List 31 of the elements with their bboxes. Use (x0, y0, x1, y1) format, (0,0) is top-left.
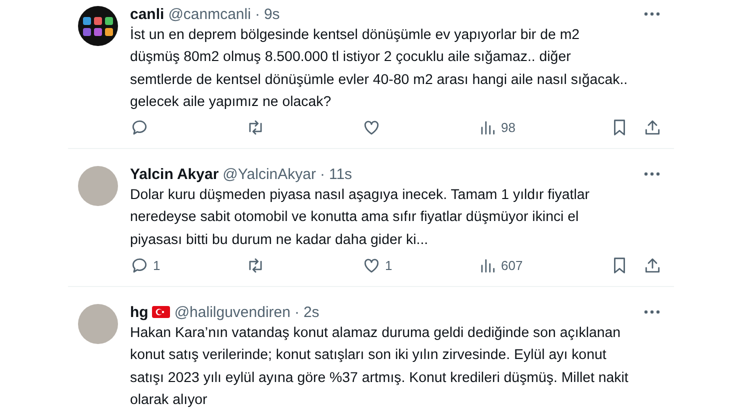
tweet-time[interactable]: 11s (328, 166, 352, 183)
author-name[interactable]: hg (130, 304, 148, 321)
more-icon[interactable] (644, 310, 660, 314)
author-handle[interactable]: @halilguvendiren (174, 304, 290, 321)
share-icon[interactable] (643, 256, 662, 275)
separator-dot: · (254, 6, 260, 22)
views-count: 98 (501, 120, 516, 135)
like-count: 1 (385, 258, 392, 273)
tweet-text: Dolar kuru düşmeden piyasa nasıl aşagıya inecek. Tamam 1 yıldır fiyatlar neredeyse sabit otomobil ve konutta ama sıfır fiyatlar düşmüyor ikinci el piyasası bitti bu durum ne kadar daha gider ki... (130, 186, 590, 250)
reply-icon[interactable] (130, 118, 149, 137)
share-icon[interactable] (643, 118, 662, 137)
avatar-photo-placeholder (78, 304, 118, 344)
tweet-time[interactable]: 9s (264, 6, 280, 22)
tweet-text: Hakan Kara’nın vatandaş konut alamaz duruma geldi dediğinde son açıklanan konut satış verilerinde; konut satışları son iki yılın zirvesinde. Eylül ayı konut satışı 2023 yılı eylül ayına göre %37 artmış. Konut kredileri düşmüş. Millet nakit olarak alıyor (130, 324, 630, 410)
author-name[interactable]: canli (130, 6, 164, 22)
more-icon[interactable] (644, 12, 660, 16)
author-handle[interactable]: @YalcinAkyar (222, 166, 316, 183)
avatar-photo-placeholder (78, 166, 118, 206)
more-icon[interactable] (644, 172, 660, 176)
separator-dot: · (294, 304, 300, 321)
repost-icon[interactable] (246, 118, 265, 137)
tweet-text: İst un en deprem bölgesinde kentsel dönüşümle ev yapıyorlar bir de m2 düşmüş 80m2 olmuş 8.500.000 tl istiyor 2 çocuklu aile sığamaz.. diğer semtlerde de kentsel dönüşümle evler 40-80 m2 arası hangi aile nasıl sığacak.. gelecek aile yapımız ne olacak? (130, 26, 629, 112)
tweet-time[interactable]: 2s (303, 304, 320, 321)
reply-icon[interactable] (130, 256, 149, 275)
repost-icon[interactable] (246, 256, 265, 275)
author-handle[interactable]: @canmcanli (168, 6, 251, 22)
app-grid-avatar (78, 6, 118, 46)
author-name[interactable]: Yalcin Akyar (130, 166, 219, 183)
views-count: 607 (501, 258, 523, 273)
separator-dot: · (320, 166, 325, 183)
reply-count: 1 (153, 258, 160, 273)
